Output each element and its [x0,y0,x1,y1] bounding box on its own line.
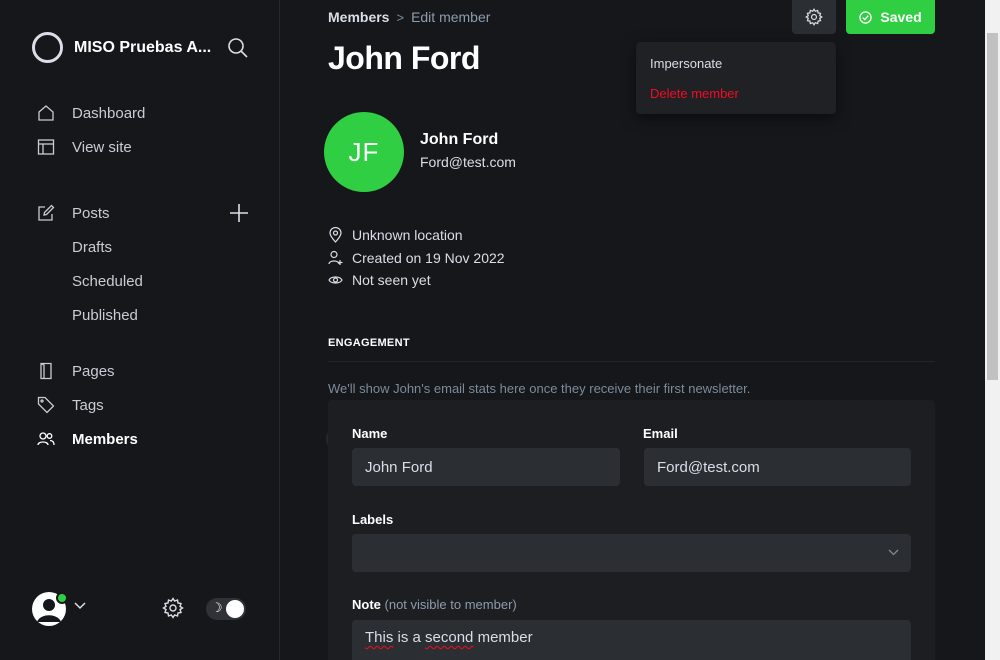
scrollbar-thumb[interactable] [987,33,998,380]
check-circle-icon [859,10,873,24]
email-field[interactable]: Ford@test.com [644,448,911,486]
breadcrumb-separator: > [396,9,405,25]
name-label: Name [352,426,388,441]
impersonate-menu-item[interactable]: Impersonate [650,56,722,71]
breadcrumb-members-link[interactable]: Members [328,9,389,25]
main-content: Members > Edit member John Ford Saved Im… [280,0,985,660]
member-last-seen-text: Not seen yet [352,272,431,288]
note-textarea[interactable]: This is a second member [352,620,911,660]
nav-item-published[interactable]: Published [36,298,143,332]
member-name: John Ford [420,131,499,148]
nav-label: Tags [72,396,104,414]
nav-posts: Posts Drafts Scheduled Published [36,196,143,332]
breadcrumb: Members > Edit member [328,9,490,25]
plus-icon[interactable] [228,202,250,224]
sidebar-footer: ☽ [32,590,248,626]
nav-label: Scheduled [72,272,143,290]
tag-icon [36,395,56,415]
nav-item-members[interactable]: Members 2 [36,422,350,456]
users-icon [36,429,56,449]
note-text-part: is a [393,629,426,646]
nav-label: Members [72,430,138,448]
sidebar: MISO Pruebas A... Dashboard View site Po… [0,0,350,660]
member-last-seen: Not seen yet [328,272,431,288]
note-text-part: This [365,629,394,646]
labels-label: Labels [352,512,394,527]
site-title: MISO Pruebas A... [74,38,212,56]
moon-icon: ☽ [211,600,223,615]
nav-main: Dashboard View site [36,96,145,164]
nav-label: Published [72,306,138,324]
breadcrumb-current: Edit member [411,9,491,25]
save-button[interactable]: Saved [846,0,935,34]
name-field[interactable]: John Ford [352,448,620,486]
member-created: Created on 19 Nov 2022 [328,250,505,266]
location-pin-icon [329,227,342,243]
engagement-heading: ENGAGEMENT [328,337,410,349]
chevron-down-icon[interactable] [74,602,86,610]
member-email: Ford@test.com [420,154,516,170]
home-icon [36,103,56,123]
nav-label: Posts [72,204,110,222]
nav-item-view-site[interactable]: View site [36,130,145,164]
layout-icon [36,137,56,157]
note-text-part: member [473,629,533,646]
nav-item-scheduled[interactable]: Scheduled [36,264,143,298]
brand[interactable]: MISO Pruebas A... [32,32,211,63]
nav-other: Pages Tags Members 2 [36,354,350,456]
engagement-note: We'll show John's email stats here once … [328,381,751,396]
labels-select[interactable] [352,534,911,572]
nav-label: View site [72,138,132,156]
site-logo [32,32,63,63]
member-avatar: JF [324,112,404,192]
note-hint: (not visible to member) [384,597,517,612]
note-label-text: Note [352,597,381,612]
chevron-down-icon [888,549,899,556]
page-icon [36,361,56,381]
section-divider [328,361,935,362]
nav-item-pages[interactable]: Pages [36,354,138,388]
toggle-knob [226,600,244,618]
nav-item-dashboard[interactable]: Dashboard [36,96,145,130]
note-text-part: second [425,629,474,646]
member-form: Name John Ford Email Ford@test.com Label… [328,400,935,660]
nav-label: Pages [72,362,115,380]
page-title: John Ford [328,40,480,76]
member-actions-dropdown: Impersonate Delete member [636,42,836,114]
gear-icon[interactable] [162,597,184,619]
search-icon[interactable] [227,37,249,59]
member-settings-button[interactable] [792,0,836,34]
online-status-dot [56,592,68,604]
email-label: Email [643,426,678,441]
theme-toggle[interactable]: ☽ [206,598,246,620]
nav-label: Dashboard [72,104,146,122]
member-created-text: Created on 19 Nov 2022 [352,250,505,266]
nav-item-drafts[interactable]: Drafts [36,230,143,264]
nav-label: Drafts [72,238,113,256]
eye-icon [328,276,343,284]
delete-member-menu-item[interactable]: Delete member [650,86,739,101]
nav-item-posts[interactable]: Posts [36,196,143,230]
nav-item-tags[interactable]: Tags [36,388,138,422]
user-add-icon [328,250,343,265]
gear-icon [805,8,823,26]
member-location: Unknown location [328,227,463,243]
pencil-icon [36,203,56,223]
member-location-text: Unknown location [352,227,463,243]
note-label: Note (not visible to member) [352,597,517,612]
save-button-label: Saved [880,9,922,25]
